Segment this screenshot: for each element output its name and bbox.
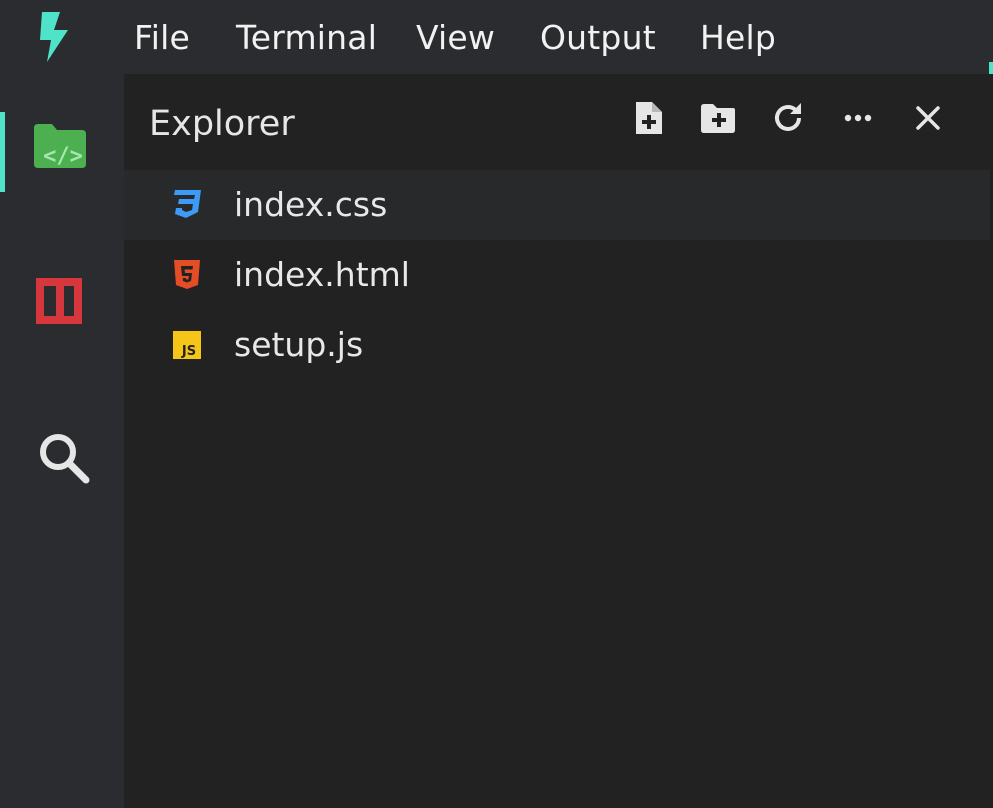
new-file-icon <box>636 102 662 134</box>
new-folder-button[interactable] <box>698 98 738 138</box>
svg-text:</>: </> <box>43 144 83 169</box>
activity-search-button[interactable] <box>36 430 96 490</box>
menu-view[interactable]: View <box>416 18 495 58</box>
file-name: index.html <box>234 255 410 294</box>
file-name: setup.js <box>234 325 364 364</box>
menu-help[interactable]: Help <box>700 18 776 58</box>
close-explorer-button[interactable] <box>908 98 948 138</box>
menu-file[interactable]: File <box>134 18 190 58</box>
css3-icon <box>174 190 201 218</box>
search-icon <box>40 434 90 484</box>
file-name: index.css <box>234 185 388 224</box>
explorer-title: Explorer <box>149 104 295 144</box>
activity-explorer-button[interactable]: </> <box>32 122 92 182</box>
refresh-icon <box>775 103 801 131</box>
file-item-setup-js[interactable]: JS setup.js <box>124 310 990 380</box>
file-item-index-html[interactable]: index.html <box>124 240 990 310</box>
new-file-button[interactable] <box>628 98 668 138</box>
menu-output[interactable]: Output <box>540 18 656 58</box>
js-icon: JS <box>173 331 201 359</box>
more-actions-button[interactable] <box>838 98 878 138</box>
active-indicator <box>0 112 5 192</box>
menu-terminal[interactable]: Terminal <box>236 18 377 58</box>
svg-text:JS: JS <box>181 344 196 359</box>
html5-icon <box>174 260 200 289</box>
lightning-bolt-icon[interactable] <box>38 12 70 62</box>
more-icon <box>844 114 872 122</box>
file-item-index-css[interactable]: index.css <box>124 170 990 240</box>
refresh-button[interactable] <box>768 98 808 138</box>
menu-bar: File Terminal View Output Help <box>0 0 993 74</box>
new-folder-icon <box>701 104 735 133</box>
activity-bar: </> <box>0 74 124 808</box>
activity-npm-button[interactable] <box>34 276 94 336</box>
npm-icon <box>36 278 82 324</box>
code-folder-icon: </> <box>34 124 86 169</box>
close-icon <box>916 106 940 130</box>
